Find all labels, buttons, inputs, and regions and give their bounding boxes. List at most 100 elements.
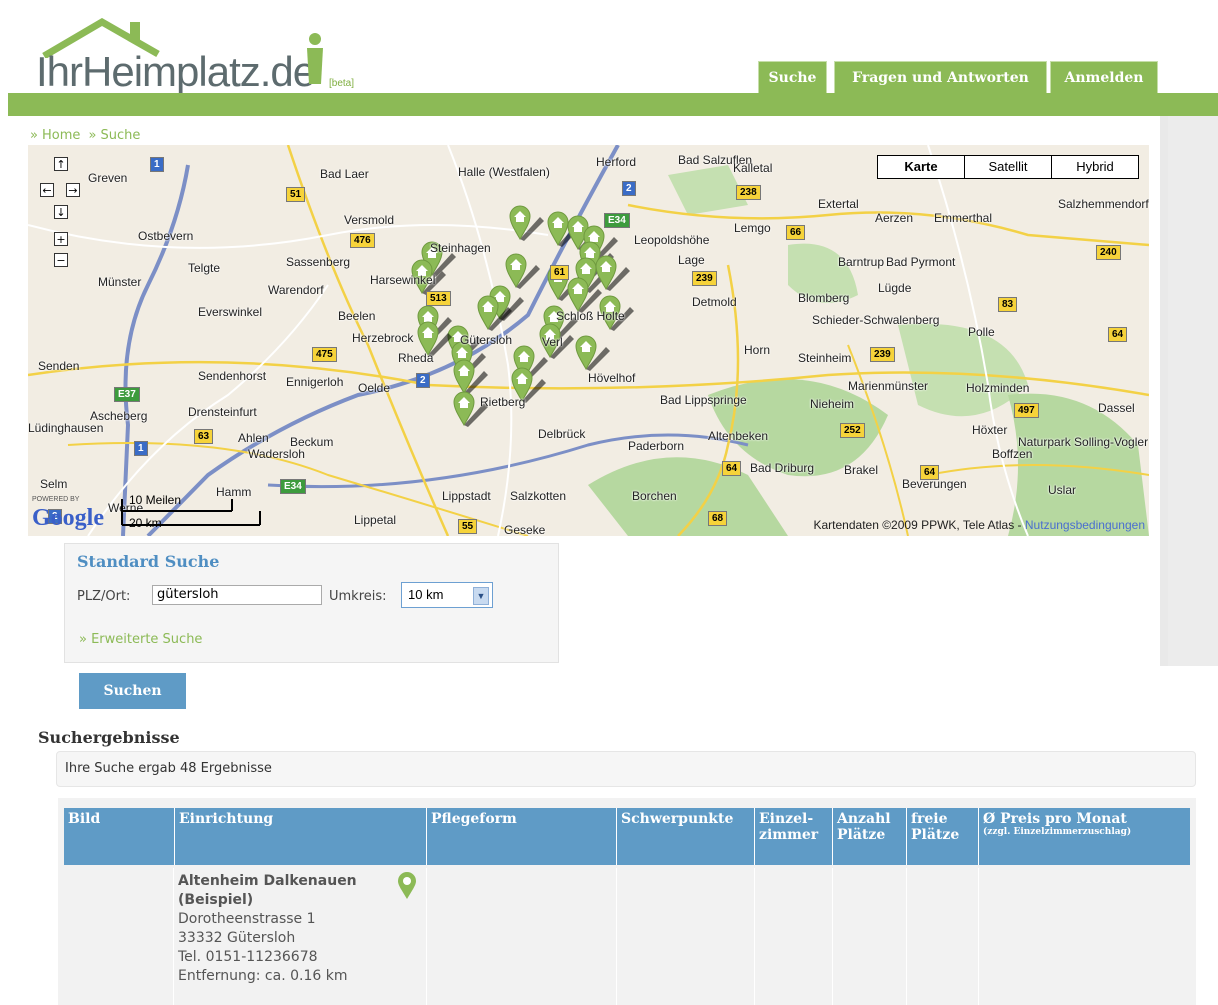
map-town-label: Everswinkel [198,305,263,319]
pan-left-icon[interactable]: ← [40,183,54,197]
breadcrumb-sep: » [30,128,38,143]
cell-pflegeform [426,868,616,1005]
google-logo[interactable]: Google [32,505,104,532]
cell-bild [64,868,174,1005]
pan-up-icon[interactable]: ↑ [54,157,68,171]
map-town-label: Oelde [358,381,391,395]
map-town-label: Barntrup [838,255,885,269]
map-type-hybrid[interactable]: Hybrid [1051,156,1138,178]
map-town-label: Versmold [344,213,395,227]
radius-select[interactable]: 10 km ▼ [401,582,493,608]
map-town-label: Aerzen [875,211,914,225]
cell-einzelzimmer [754,868,832,1005]
map-town-label: Emmerthal [934,211,993,225]
breadcrumb-home[interactable]: Home [42,128,80,143]
map-town-label: Geseke [504,523,546,536]
pan-right-icon[interactable]: → [66,183,80,197]
map-town-label: Herford [596,155,637,169]
map-marker-icon[interactable] [595,255,630,291]
map-type-satellit[interactable]: Satellit [964,156,1051,178]
road-shield: 497 [1014,403,1039,418]
road-shield: 63 [194,429,214,444]
map-town-label: Ahlen [238,431,269,445]
right-gutter [1168,116,1218,666]
map-town-label: Harsewinkel [370,273,436,287]
road-shield: 64 [1108,327,1128,342]
road-shield: 238 [736,185,761,200]
map-town-label: Rheda [398,351,434,365]
map-town-label: Nieheim [810,397,855,411]
scale-bar [121,499,261,526]
map-town-label: Lippetal [354,513,397,527]
map-canvas[interactable] [28,145,1149,536]
map-town-label: Sassenberg [286,255,351,269]
col-schwerpunkte: Schwerpunkte [616,808,754,865]
map-town-label: Bad Lippspringe [660,393,747,407]
cell-frei [906,868,978,1005]
road-shield: 2 [416,373,430,388]
zoom-out-icon[interactable]: − [54,253,68,267]
map-town-label: Leopoldshöhe [634,233,710,247]
chevron-down-icon[interactable]: ▼ [473,587,489,605]
map-town-label: Lemgo [734,221,771,235]
zoom-in-icon[interactable]: + [54,232,68,246]
map[interactable]: ↑ ← → ↓ + − Karte Satellit Hybrid Greven… [28,145,1149,536]
cell-schwerpunkte [616,868,754,1005]
map-town-label: Holzminden [966,381,1030,395]
col-preis: Ø Preis pro Monat (zzgl. Einzelzimmerzus… [978,808,1190,865]
pan-down-icon[interactable]: ↓ [54,205,68,219]
results-count: Ihre Suche ergab 48 Ergebnisse [56,751,1196,787]
tab-anmelden[interactable]: Anmelden [1050,61,1158,95]
road-shield: 1 [134,441,148,456]
radius-value: 10 km [408,587,444,602]
plz-label: PLZ/Ort: [77,589,131,604]
road-shield: 1 [150,157,164,172]
map-town-label: Uslar [1048,483,1077,497]
map-town-label: Verl [542,335,563,349]
map-town-label: Kalletal [733,161,773,175]
road-shield: 252 [840,423,865,438]
tab-suche[interactable]: Suche [758,61,827,95]
site-logo[interactable]: IhrHeimplatz.de [beta] [32,18,372,98]
map-town-label: Hövelhof [588,371,636,385]
col-bild: Bild [68,811,101,827]
map-marker-icon[interactable] [575,335,610,371]
col-einzelzimmer: Einzel-zimmer [754,808,832,865]
map-town-label: Höxter [972,423,1008,437]
results-table: Bild Einrichtung Pflegeform Schwerpunkte… [58,798,1196,1005]
tab-fragen-und-antworten[interactable]: Fragen und Antworten [834,61,1047,95]
facility-street: Dorotheenstrasse 1 [178,911,316,927]
map-town-label: Boffzen [992,447,1033,461]
map-marker-icon[interactable] [505,253,540,289]
map-type-karte[interactable]: Karte [878,156,964,178]
map-town-label: Brakel [844,463,879,477]
map-pin-icon[interactable] [397,872,417,900]
map-marker-icon[interactable] [509,205,544,241]
road-shield: E34 [280,479,306,494]
road-shield: 66 [786,225,806,240]
map-town-label: Lügde [878,281,912,295]
map-town-label: Schloß Holte [556,309,625,323]
map-town-label: Rietberg [480,395,526,409]
map-town-label: Bad Pyrmont [886,255,956,269]
map-town-label: Extertal [818,197,859,211]
terms-link[interactable]: Nutzungsbedingungen [1025,518,1145,532]
radius-label: Umkreis: [329,589,387,604]
map-town-label: Schieder-Schwalenberg [812,313,940,327]
extended-search-link[interactable]: » Erweiterte Suche [79,632,202,647]
facility-name[interactable]: Altenheim Dalkenauen (Beispiel) [178,872,421,910]
map-town-label: Borchen [632,489,677,503]
map-town-label: Bad Laer [320,167,369,181]
road-shield: 475 [312,347,337,362]
facility-distance: Entfernung: ca. 0.16 km [178,968,348,984]
search-button[interactable]: Suchen [79,673,186,709]
logo-text: IhrHeimplatz.de [36,48,316,95]
table-row: Altenheim Dalkenauen (Beispiel) Dorothee… [173,868,425,1005]
map-town-label: Blomberg [798,291,850,305]
col-anzahl-plaetze: Anzahl Plätze [832,808,906,865]
facility-phone: Tel. 0151-11236678 [178,949,318,965]
plz-input[interactable]: gütersloh [152,585,322,605]
map-town-label: Salzkotten [510,489,567,503]
map-marker-icon[interactable] [453,359,488,395]
cell-preis [978,868,1190,1005]
